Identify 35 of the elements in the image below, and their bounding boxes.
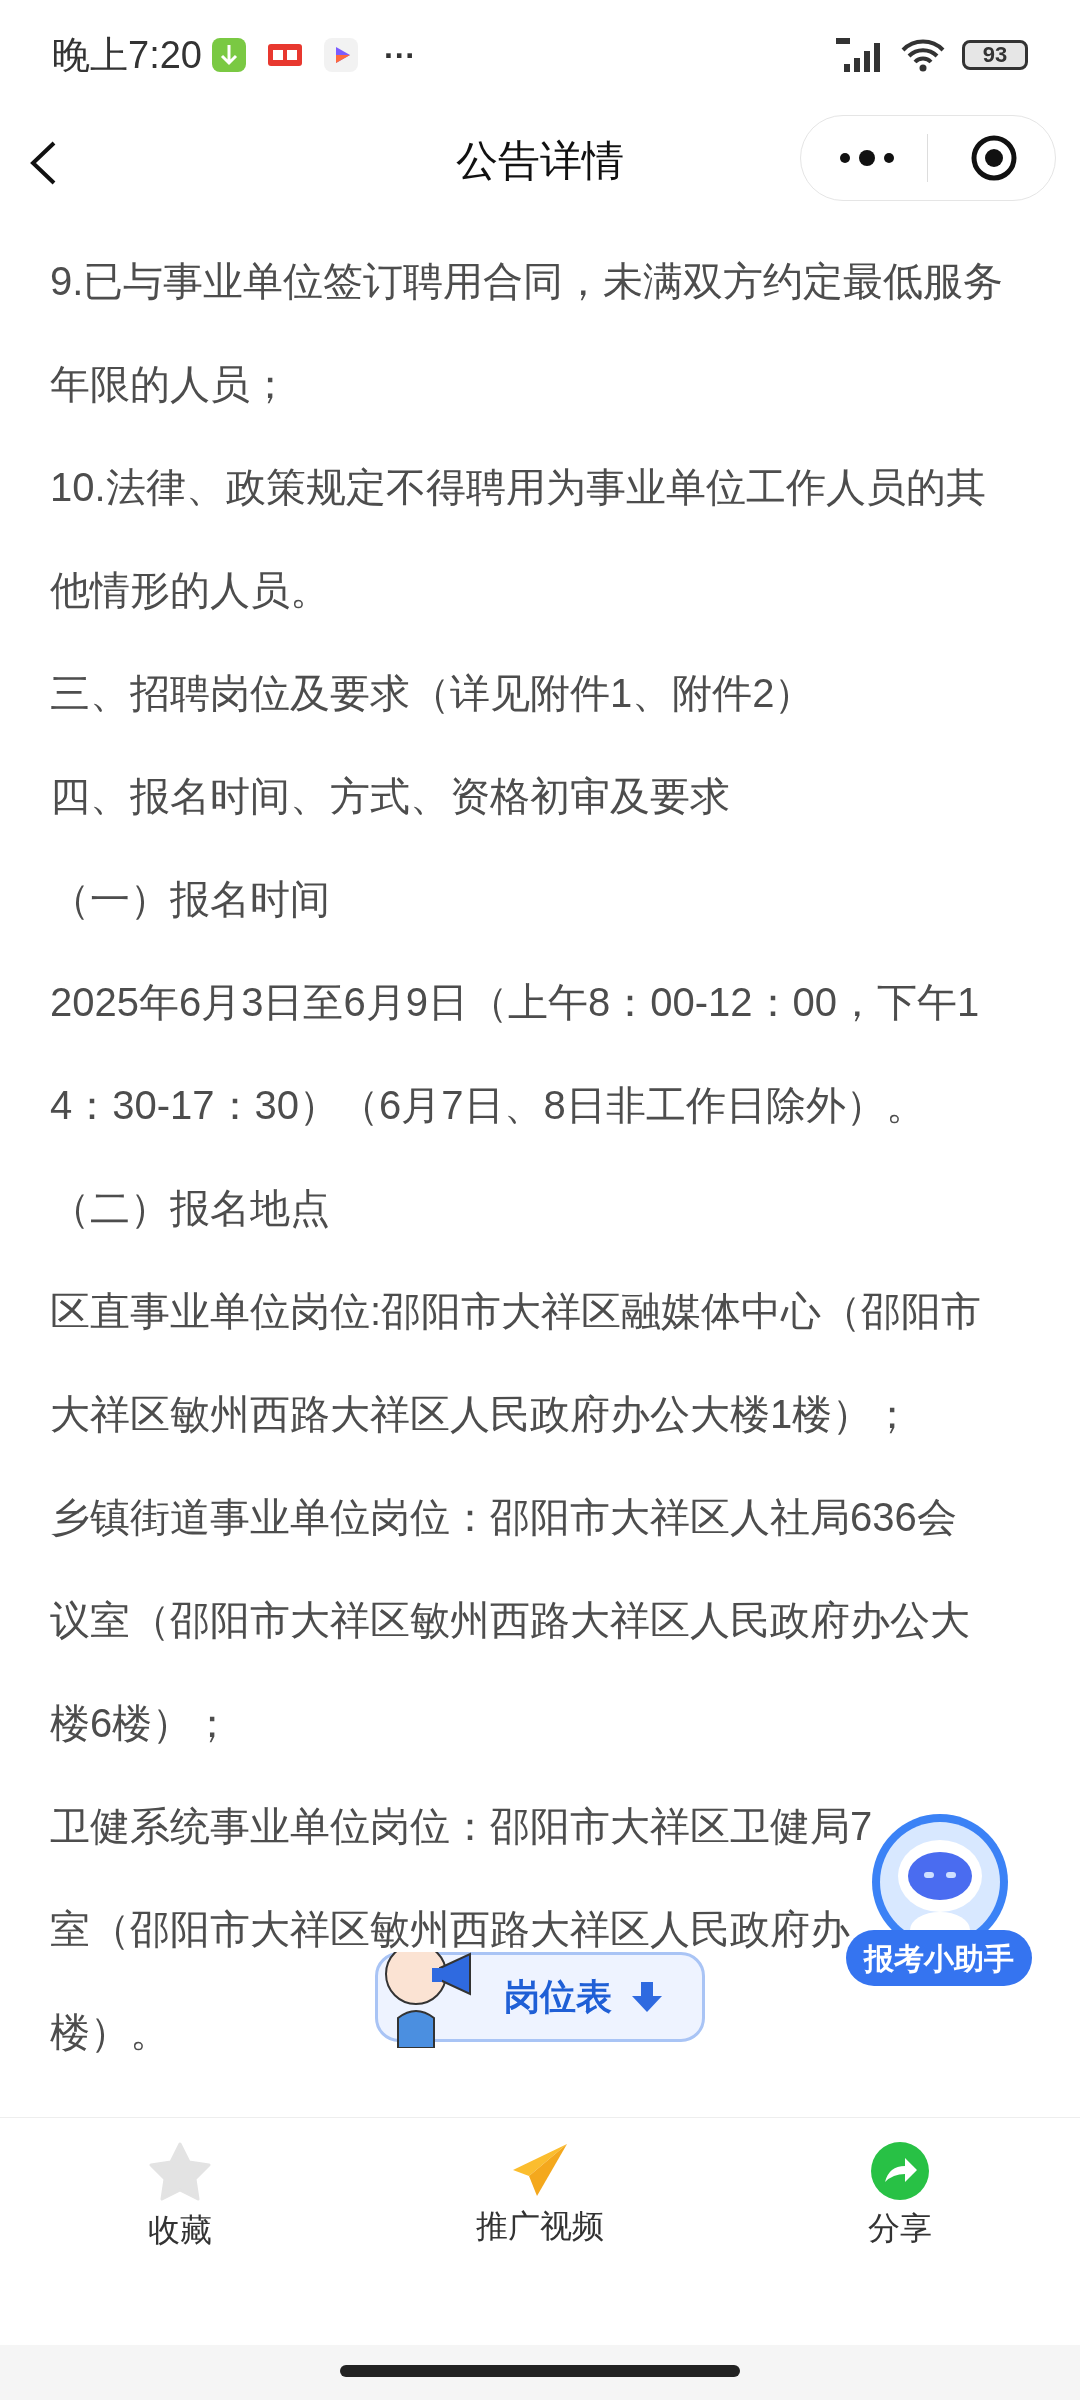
paper-plane-icon bbox=[511, 2142, 569, 2198]
text-line: 卫健系统事业单位岗位：邵阳市大祥区卫健局7 bbox=[50, 1803, 873, 1850]
text-line: 楼）。 bbox=[50, 2009, 170, 2056]
text-line: 10.法律、政策规定不得聘用为事业单位工作人员的其 bbox=[50, 464, 986, 511]
download-app-icon bbox=[211, 38, 246, 72]
text-line: 他情形的人员。 bbox=[50, 567, 330, 614]
status-time: 晚上7:20 bbox=[52, 32, 202, 78]
page-title: 公告详情 bbox=[456, 135, 624, 186]
text-line: 区直事业单位岗位:邵阳市大祥区融媒体中心（邵阳市 bbox=[50, 1288, 982, 1335]
text-line: 议室（邵阳市大祥区敏州西路大祥区人民政府办公大 bbox=[50, 1597, 970, 1644]
news-app-icon bbox=[267, 44, 302, 66]
action-button[interactable]: 收藏 bbox=[0, 2118, 360, 2345]
action-button[interactable]: 分享 bbox=[720, 2118, 1080, 2345]
more-icon[interactable] bbox=[839, 150, 895, 166]
text-line: 2025年6月3日至6月9日（上午8：00-12：00，下午1 bbox=[50, 979, 980, 1026]
battery-indicator: 93 bbox=[962, 40, 1028, 70]
text-line: 大祥区敏州西路大祥区人民政府办公大楼1楼）； bbox=[50, 1391, 913, 1438]
action-button[interactable]: 推广视频 bbox=[360, 2118, 720, 2345]
text-line: 4：30-17：30）（6月7日、8日非工作日除外）。 bbox=[50, 1082, 926, 1129]
down-arrow-icon bbox=[630, 1980, 664, 2014]
video-app-icon bbox=[323, 38, 358, 72]
back-icon[interactable] bbox=[28, 140, 58, 186]
text-line: 9.已与事业单位签订聘用合同，未满双方约定最低服务 bbox=[50, 258, 1004, 305]
text-line: 楼6楼）； bbox=[50, 1700, 233, 1747]
star-icon bbox=[149, 2142, 211, 2202]
text-line: 三、招聘岗位及要求（详见附件1、附件2） bbox=[50, 670, 815, 717]
text-line: 乡镇街道事业单位岗位：邵阳市大祥区人社局636会 bbox=[50, 1494, 957, 1541]
share-icon bbox=[871, 2142, 929, 2200]
wifi-icon bbox=[900, 38, 946, 72]
text-line: （二）报名地点 bbox=[50, 1185, 330, 1232]
text-line: 年限的人员； bbox=[50, 361, 290, 408]
text-line: 四、报名时间、方式、资格初审及要求 bbox=[50, 773, 730, 820]
text-line: （一）报名时间 bbox=[50, 876, 330, 923]
more-notifications: ··· bbox=[383, 36, 416, 75]
close-mini-program-icon[interactable] bbox=[970, 134, 1018, 182]
